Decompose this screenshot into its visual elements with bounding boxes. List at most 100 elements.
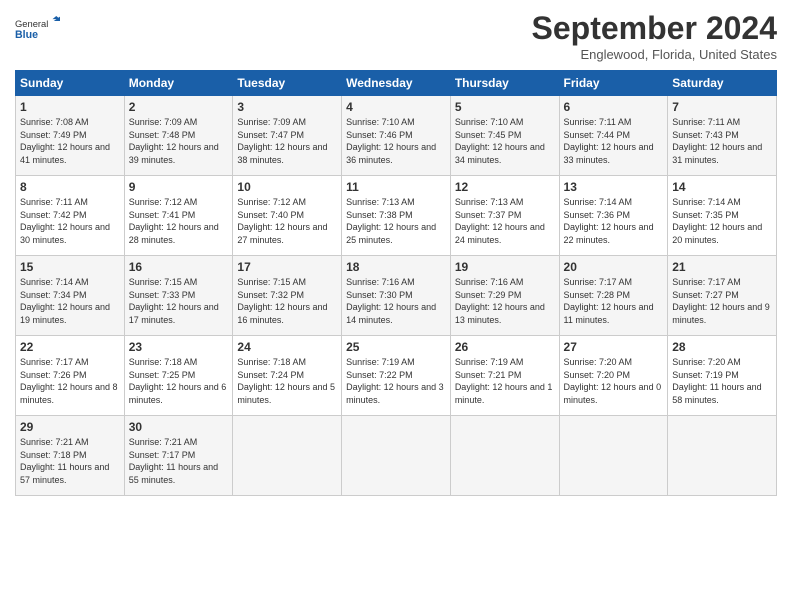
day-info: Sunrise: 7:12 AM Sunset: 7:40 PM Dayligh… (237, 196, 337, 246)
calendar-table: Sunday Monday Tuesday Wednesday Thursday… (15, 70, 777, 496)
logo: General Blue (15, 10, 65, 50)
calendar-body: 1 Sunrise: 7:08 AM Sunset: 7:49 PM Dayli… (16, 96, 777, 496)
svg-text:General: General (15, 19, 48, 29)
calendar-cell: 27 Sunrise: 7:20 AM Sunset: 7:20 PM Dayl… (559, 336, 668, 416)
day-info: Sunrise: 7:12 AM Sunset: 7:41 PM Dayligh… (129, 196, 229, 246)
day-info: Sunrise: 7:10 AM Sunset: 7:45 PM Dayligh… (455, 116, 555, 166)
calendar-cell: 1 Sunrise: 7:08 AM Sunset: 7:49 PM Dayli… (16, 96, 125, 176)
day-number: 29 (20, 420, 120, 434)
calendar-cell (342, 416, 451, 496)
day-info: Sunrise: 7:19 AM Sunset: 7:22 PM Dayligh… (346, 356, 446, 406)
calendar-cell: 2 Sunrise: 7:09 AM Sunset: 7:48 PM Dayli… (124, 96, 233, 176)
calendar-cell: 24 Sunrise: 7:18 AM Sunset: 7:24 PM Dayl… (233, 336, 342, 416)
header: General Blue September 2024 Englewood, F… (15, 10, 777, 62)
col-monday: Monday (124, 71, 233, 96)
page-container: General Blue September 2024 Englewood, F… (0, 0, 792, 506)
day-number: 6 (564, 100, 664, 114)
day-info: Sunrise: 7:15 AM Sunset: 7:33 PM Dayligh… (129, 276, 229, 326)
day-number: 27 (564, 340, 664, 354)
day-number: 9 (129, 180, 229, 194)
day-number: 25 (346, 340, 446, 354)
day-number: 11 (346, 180, 446, 194)
calendar-cell: 20 Sunrise: 7:17 AM Sunset: 7:28 PM Dayl… (559, 256, 668, 336)
svg-text:Blue: Blue (15, 29, 38, 41)
day-number: 2 (129, 100, 229, 114)
calendar-week-row: 8 Sunrise: 7:11 AM Sunset: 7:42 PM Dayli… (16, 176, 777, 256)
calendar-cell: 5 Sunrise: 7:10 AM Sunset: 7:45 PM Dayli… (450, 96, 559, 176)
calendar-cell: 29 Sunrise: 7:21 AM Sunset: 7:18 PM Dayl… (16, 416, 125, 496)
col-tuesday: Tuesday (233, 71, 342, 96)
calendar-cell: 16 Sunrise: 7:15 AM Sunset: 7:33 PM Dayl… (124, 256, 233, 336)
day-number: 17 (237, 260, 337, 274)
day-info: Sunrise: 7:14 AM Sunset: 7:35 PM Dayligh… (672, 196, 772, 246)
calendar-cell (233, 416, 342, 496)
col-thursday: Thursday (450, 71, 559, 96)
day-info: Sunrise: 7:15 AM Sunset: 7:32 PM Dayligh… (237, 276, 337, 326)
col-wednesday: Wednesday (342, 71, 451, 96)
calendar-cell: 3 Sunrise: 7:09 AM Sunset: 7:47 PM Dayli… (233, 96, 342, 176)
calendar-cell: 6 Sunrise: 7:11 AM Sunset: 7:44 PM Dayli… (559, 96, 668, 176)
calendar-cell: 9 Sunrise: 7:12 AM Sunset: 7:41 PM Dayli… (124, 176, 233, 256)
day-number: 3 (237, 100, 337, 114)
title-area: September 2024 Englewood, Florida, Unite… (532, 10, 777, 62)
calendar-cell: 23 Sunrise: 7:18 AM Sunset: 7:25 PM Dayl… (124, 336, 233, 416)
day-number: 28 (672, 340, 772, 354)
calendar-cell: 30 Sunrise: 7:21 AM Sunset: 7:17 PM Dayl… (124, 416, 233, 496)
day-info: Sunrise: 7:21 AM Sunset: 7:18 PM Dayligh… (20, 436, 120, 486)
day-number: 1 (20, 100, 120, 114)
location: Englewood, Florida, United States (532, 47, 777, 62)
calendar-cell (668, 416, 777, 496)
day-number: 5 (455, 100, 555, 114)
day-info: Sunrise: 7:13 AM Sunset: 7:38 PM Dayligh… (346, 196, 446, 246)
logo-svg: General Blue (15, 10, 65, 50)
day-info: Sunrise: 7:13 AM Sunset: 7:37 PM Dayligh… (455, 196, 555, 246)
day-number: 14 (672, 180, 772, 194)
day-number: 7 (672, 100, 772, 114)
day-info: Sunrise: 7:11 AM Sunset: 7:44 PM Dayligh… (564, 116, 664, 166)
day-number: 18 (346, 260, 446, 274)
day-info: Sunrise: 7:08 AM Sunset: 7:49 PM Dayligh… (20, 116, 120, 166)
calendar-cell (559, 416, 668, 496)
calendar-cell: 15 Sunrise: 7:14 AM Sunset: 7:34 PM Dayl… (16, 256, 125, 336)
day-info: Sunrise: 7:09 AM Sunset: 7:48 PM Dayligh… (129, 116, 229, 166)
calendar-cell: 4 Sunrise: 7:10 AM Sunset: 7:46 PM Dayli… (342, 96, 451, 176)
calendar-cell: 13 Sunrise: 7:14 AM Sunset: 7:36 PM Dayl… (559, 176, 668, 256)
day-number: 16 (129, 260, 229, 274)
calendar-cell: 7 Sunrise: 7:11 AM Sunset: 7:43 PM Dayli… (668, 96, 777, 176)
day-info: Sunrise: 7:18 AM Sunset: 7:25 PM Dayligh… (129, 356, 229, 406)
day-info: Sunrise: 7:14 AM Sunset: 7:36 PM Dayligh… (564, 196, 664, 246)
calendar-week-row: 29 Sunrise: 7:21 AM Sunset: 7:18 PM Dayl… (16, 416, 777, 496)
calendar-week-row: 22 Sunrise: 7:17 AM Sunset: 7:26 PM Dayl… (16, 336, 777, 416)
calendar-week-row: 15 Sunrise: 7:14 AM Sunset: 7:34 PM Dayl… (16, 256, 777, 336)
calendar-cell: 14 Sunrise: 7:14 AM Sunset: 7:35 PM Dayl… (668, 176, 777, 256)
calendar-week-row: 1 Sunrise: 7:08 AM Sunset: 7:49 PM Dayli… (16, 96, 777, 176)
day-info: Sunrise: 7:11 AM Sunset: 7:42 PM Dayligh… (20, 196, 120, 246)
day-info: Sunrise: 7:20 AM Sunset: 7:19 PM Dayligh… (672, 356, 772, 406)
day-info: Sunrise: 7:09 AM Sunset: 7:47 PM Dayligh… (237, 116, 337, 166)
day-number: 19 (455, 260, 555, 274)
day-info: Sunrise: 7:20 AM Sunset: 7:20 PM Dayligh… (564, 356, 664, 406)
day-info: Sunrise: 7:17 AM Sunset: 7:26 PM Dayligh… (20, 356, 120, 406)
day-number: 10 (237, 180, 337, 194)
calendar-cell: 12 Sunrise: 7:13 AM Sunset: 7:37 PM Dayl… (450, 176, 559, 256)
day-number: 4 (346, 100, 446, 114)
col-saturday: Saturday (668, 71, 777, 96)
calendar-cell: 28 Sunrise: 7:20 AM Sunset: 7:19 PM Dayl… (668, 336, 777, 416)
day-number: 26 (455, 340, 555, 354)
day-info: Sunrise: 7:14 AM Sunset: 7:34 PM Dayligh… (20, 276, 120, 326)
day-info: Sunrise: 7:17 AM Sunset: 7:28 PM Dayligh… (564, 276, 664, 326)
calendar-cell: 22 Sunrise: 7:17 AM Sunset: 7:26 PM Dayl… (16, 336, 125, 416)
calendar-cell: 17 Sunrise: 7:15 AM Sunset: 7:32 PM Dayl… (233, 256, 342, 336)
day-number: 30 (129, 420, 229, 434)
day-info: Sunrise: 7:10 AM Sunset: 7:46 PM Dayligh… (346, 116, 446, 166)
col-friday: Friday (559, 71, 668, 96)
header-row: Sunday Monday Tuesday Wednesday Thursday… (16, 71, 777, 96)
calendar-cell: 8 Sunrise: 7:11 AM Sunset: 7:42 PM Dayli… (16, 176, 125, 256)
day-number: 20 (564, 260, 664, 274)
calendar-cell: 10 Sunrise: 7:12 AM Sunset: 7:40 PM Dayl… (233, 176, 342, 256)
day-info: Sunrise: 7:18 AM Sunset: 7:24 PM Dayligh… (237, 356, 337, 406)
calendar-cell (450, 416, 559, 496)
day-number: 15 (20, 260, 120, 274)
day-number: 13 (564, 180, 664, 194)
calendar-cell: 25 Sunrise: 7:19 AM Sunset: 7:22 PM Dayl… (342, 336, 451, 416)
